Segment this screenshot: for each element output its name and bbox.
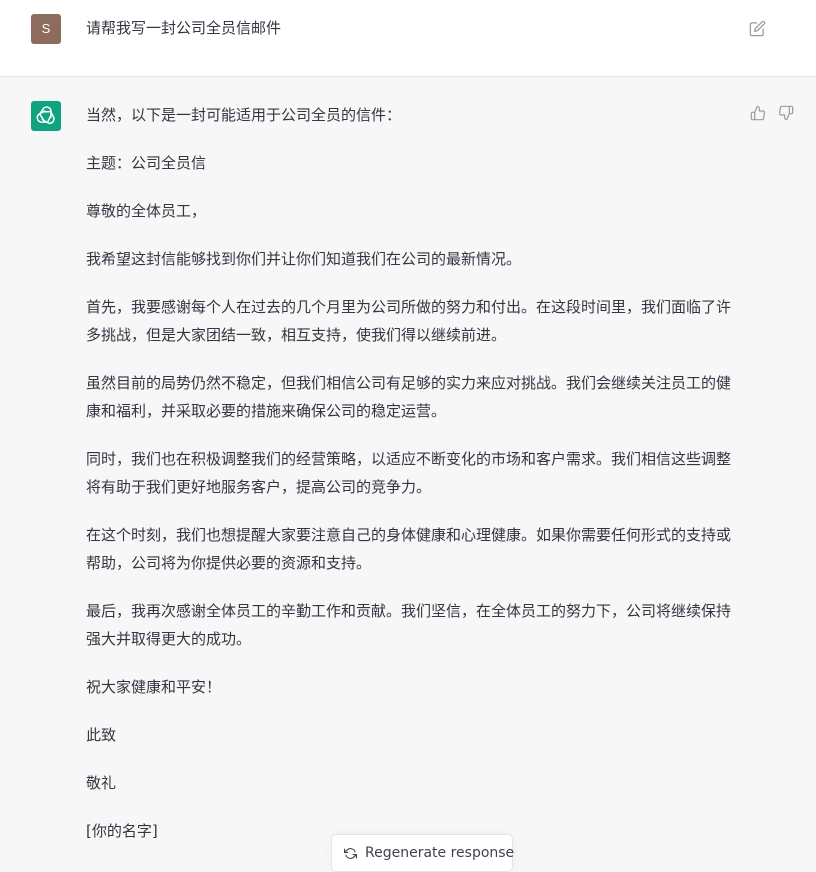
message-paragraph: 首先，我要感谢每个人在过去的几个月里为公司所做的努力和付出。在这段时间里，我们面… <box>86 298 732 344</box>
thumbs-down-icon[interactable] <box>778 105 794 121</box>
user-avatar: S <box>31 14 61 44</box>
regenerate-response-label: Regenerate response <box>365 845 515 861</box>
assistant-avatar <box>31 101 61 131</box>
message-paragraph: 此致 <box>86 726 117 744</box>
assistant-message-row: 当然，以下是一封可能适用于公司全员的信件： 主题：公司全员信 尊敬的全体员工， … <box>0 77 816 870</box>
message-paragraph: 最后，我再次感谢全体员工的辛勤工作和贡献。我们坚信，在全体员工的努力下，公司将继… <box>86 602 732 648</box>
message-paragraph: 尊敬的全体员工， <box>86 202 207 220</box>
message-paragraph: 在这个时刻，我们也想提醒大家要注意自己的身体健康和心理健康。如果你需要任何形式的… <box>86 526 732 572</box>
message-paragraph: 虽然目前的局势仍然不稳定，但我们相信公司有足够的实力来应对挑战。我们会继续关注员… <box>86 374 732 420</box>
regenerate-response-button[interactable]: Regenerate response <box>331 834 515 872</box>
message-paragraph: 我希望这封信能够找到你们并让你们知道我们在公司的最新情况。 <box>86 250 522 268</box>
message-paragraph: 当然，以下是一封可能适用于公司全员的信件： <box>86 106 402 124</box>
message-paragraph: 敬礼 <box>86 774 117 792</box>
openai-logo-icon <box>36 106 55 125</box>
user-message-row: S 请帮我写一封公司全员信邮件 <box>0 0 816 77</box>
message-paragraph: 主题：公司全员信 <box>86 154 207 172</box>
user-message-text: 请帮我写一封公司全员信邮件 <box>86 19 282 37</box>
edit-icon[interactable] <box>749 20 766 37</box>
message-paragraph: 祝大家健康和平安！ <box>86 678 222 696</box>
refresh-icon <box>344 848 357 859</box>
assistant-message-text: 当然，以下是一封可能适用于公司全员的信件： 主题：公司全员信 尊敬的全体员工， … <box>86 101 736 865</box>
message-paragraph: 同时，我们也在积极调整我们的经营策略，以适应不断变化的市场和客户需求。我们相信这… <box>86 450 732 496</box>
thumbs-up-icon[interactable] <box>750 105 766 121</box>
